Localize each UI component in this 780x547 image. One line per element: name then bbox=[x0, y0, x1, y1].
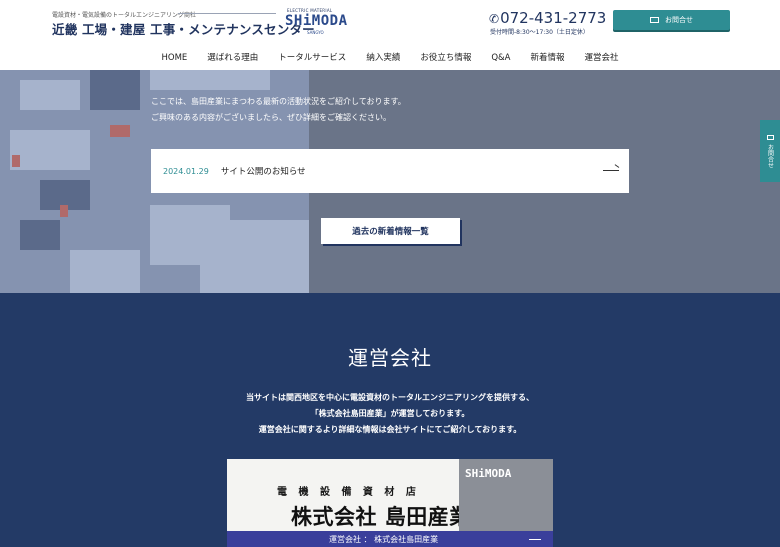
company-banner[interactable]: 電 機 設 備 資 材 店 株式会社 島田産業 SHiMODA 運営会社 ： 株… bbox=[227, 459, 553, 547]
company-section-title: 運営会社 bbox=[348, 346, 432, 370]
news-intro: ここでは、島田産業にまつわる最新の活動状況をご紹介しております。 ご興味のある内… bbox=[151, 94, 406, 126]
nav-item-total-service[interactable]: トータルサービス bbox=[268, 49, 356, 67]
nav-item-company[interactable]: 運営会社 bbox=[575, 49, 629, 67]
phone-text: 072-431-2773 bbox=[500, 9, 607, 27]
shimoda-logo[interactable]: ELECTRIC MATERIAL SHiMODA SANGYO bbox=[285, 8, 348, 35]
main-nav: HOME 選ばれる理由 トータルサービス 納入実績 お役立ち情報 Q&A 新着情… bbox=[0, 49, 780, 67]
nav-item-reasons[interactable]: 選ばれる理由 bbox=[197, 49, 268, 67]
nav-item-qa[interactable]: Q&A bbox=[481, 49, 520, 67]
contact-button[interactable]: お問合せ bbox=[613, 10, 730, 30]
contact-button-label: お問合せ bbox=[665, 16, 693, 24]
nav-item-home[interactable]: HOME bbox=[151, 49, 197, 67]
company-banner-caption-text: 運営会社 ： 株式会社島田産業 bbox=[329, 534, 439, 544]
truck-company-name: 株式会社 島田産業 bbox=[291, 505, 471, 529]
site-tagline: 電設資材・電気設備のトータルエンジニアリング商社 bbox=[52, 12, 197, 19]
phone-icon: ✆ bbox=[489, 12, 500, 26]
side-contact-label: お問合せ bbox=[766, 143, 774, 168]
news-archive-button[interactable]: 過去の新着情報一覧 bbox=[321, 218, 460, 244]
nav-item-news[interactable]: 新着情報 bbox=[520, 49, 574, 67]
news-item[interactable]: 2024.01.29 サイト公開のお知らせ bbox=[151, 149, 629, 193]
warehouse-logo: SHiMODA bbox=[465, 467, 512, 480]
phone-number[interactable]: ✆072-431-2773 bbox=[489, 9, 606, 27]
side-contact-tab[interactable]: お問合せ bbox=[760, 120, 780, 182]
news-intro-line1: ここでは、島田産業にまつわる最新の活動状況をご紹介しております。 bbox=[151, 97, 406, 106]
tagline-divider bbox=[178, 13, 276, 14]
news-item-date: 2024.01.29 bbox=[163, 166, 209, 176]
business-hours: 受付時間-8:30〜17:30（土日定休） bbox=[490, 29, 589, 36]
company-banner-caption: 運営会社 ： 株式会社島田産業 bbox=[227, 531, 553, 547]
news-section: ここでは、島田産業にまつわる最新の活動状況をご紹介しております。 ご興味のある内… bbox=[0, 70, 780, 293]
company-section: 運営会社 当サイトは関西地区を中心に電設資材のトータルエンジニアリングを提供する… bbox=[0, 293, 780, 547]
site-title[interactable]: 近畿 工場・建屋 工事・メンテナンスセンター bbox=[52, 19, 315, 38]
truck-small-text: 電 機 設 備 資 材 店 bbox=[277, 487, 420, 498]
arrow-right-icon bbox=[603, 170, 619, 171]
mail-icon bbox=[650, 17, 659, 23]
company-desc-line1: 当サイトは関西地区を中心に電設資材のトータルエンジニアリングを提供する、 bbox=[246, 393, 534, 402]
arrow-right-icon bbox=[529, 539, 541, 540]
logo-text: SHiMODA bbox=[285, 13, 348, 29]
site-header: 電設資材・電気設備のトータルエンジニアリング商社 近畿 工場・建屋 工事・メンテ… bbox=[0, 0, 780, 70]
news-item-title: サイト公開のお知らせ bbox=[220, 167, 306, 177]
news-intro-line2: ご興味のある内容がございましたら、ぜひ詳細をご確認ください。 bbox=[151, 113, 391, 122]
company-desc-line2: 「株式会社島田産業」が運営しております。 bbox=[310, 409, 470, 418]
nav-item-useful-info[interactable]: お役立ち情報 bbox=[410, 49, 481, 67]
nav-item-delivery-record[interactable]: 納入実績 bbox=[356, 49, 410, 67]
logo-sub-text: SANGYO bbox=[307, 30, 324, 35]
company-desc-line3: 運営会社に関するより詳細な情報は会社サイトにてご紹介しております。 bbox=[258, 425, 522, 434]
mail-icon bbox=[766, 134, 774, 140]
company-description: 当サイトは関西地区を中心に電設資材のトータルエンジニアリングを提供する、 「株式… bbox=[0, 390, 780, 438]
